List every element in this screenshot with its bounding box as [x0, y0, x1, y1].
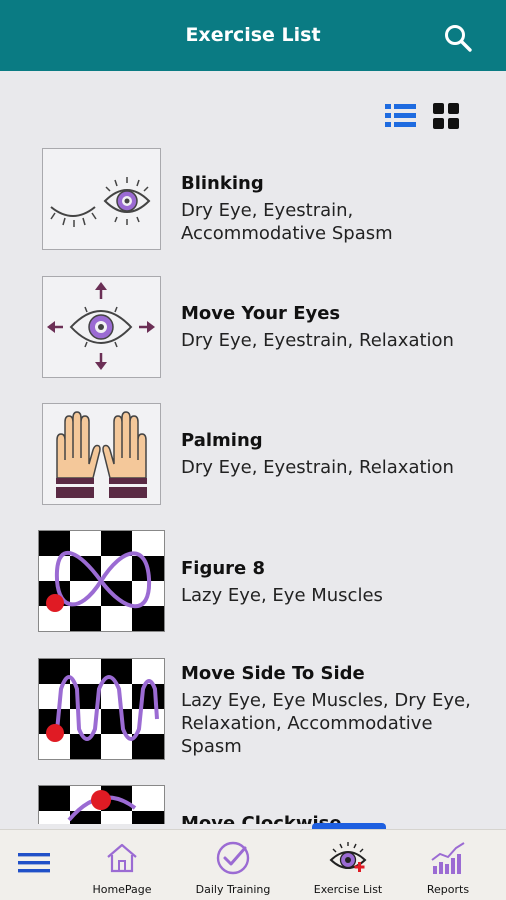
- exercise-item-figure-8[interactable]: Figure 8 Lazy Eye, Eye Muscles: [0, 530, 506, 632]
- exercise-item-move-side-to-side[interactable]: Move Side To Side Lazy Eye, Eye Muscles,…: [0, 657, 506, 761]
- nav-label: Reports: [426, 883, 470, 896]
- exercise-list: Blinking Dry Eye, Eyestrain, Accommodati…: [0, 140, 506, 824]
- palming-hands-icon: [42, 403, 161, 505]
- exercise-title: Move Your Eyes: [181, 303, 341, 324]
- nav-label: Exercise List: [313, 883, 383, 896]
- exercise-item-move-your-eyes[interactable]: Move Your Eyes Dry Eye, Eyestrain, Relax…: [0, 275, 506, 379]
- nav-exercise-list[interactable]: Exercise List: [303, 838, 393, 900]
- figure-eight-checkerboard: [38, 530, 165, 632]
- exercise-item-blinking[interactable]: Blinking Dry Eye, Eyestrain, Accommodati…: [0, 147, 506, 251]
- exercise-description: Lazy Eye, Eye Muscles, Dry Eye, Relaxati…: [181, 690, 471, 757]
- menu-button[interactable]: [14, 846, 54, 880]
- nav-homepage[interactable]: HomePage: [77, 838, 167, 900]
- eye-arrows-icon: [42, 276, 161, 378]
- nav-reports[interactable]: Reports: [403, 838, 493, 900]
- nav-label: Daily Training: [195, 883, 271, 896]
- check-circle-icon: [216, 841, 250, 875]
- chart-icon: [431, 842, 465, 874]
- page-title: Exercise List: [185, 24, 321, 46]
- list-view-icon: [385, 104, 416, 127]
- search-icon: [445, 25, 472, 52]
- exercise-description: Dry Eye, Eyestrain, Relaxation: [181, 330, 454, 351]
- app-bar: Exercise List: [0, 0, 506, 71]
- exercise-description: Dry Eye, Eyestrain, Accommodative Spasm: [181, 200, 393, 244]
- list-view-button[interactable]: [383, 100, 419, 132]
- grid-view-icon: [433, 103, 459, 129]
- search-button[interactable]: [440, 20, 476, 56]
- bottom-navigation: HomePage Daily Training Exercise List Re…: [0, 829, 506, 900]
- nav-label: HomePage: [92, 883, 152, 896]
- hamburger-menu-icon: [18, 853, 50, 873]
- exercise-description: Dry Eye, Eyestrain, Relaxation: [181, 457, 454, 478]
- grid-view-button[interactable]: [430, 100, 464, 132]
- exercise-description: Lazy Eye, Eye Muscles: [181, 585, 383, 606]
- exercise-item-move-clockwise[interactable]: Move Clockwise: [0, 785, 506, 824]
- exercise-item-palming[interactable]: Palming Dry Eye, Eyestrain, Relaxation: [0, 402, 506, 506]
- exercise-title: Figure 8: [181, 558, 266, 579]
- exercise-title: Palming: [181, 430, 263, 451]
- home-icon: [107, 843, 137, 873]
- blinking-eye-icon: [42, 148, 161, 250]
- clockwise-checkerboard: [38, 785, 165, 824]
- eye-plus-icon: [329, 842, 367, 872]
- exercise-title: Move Side To Side: [181, 663, 365, 684]
- exercise-title: Blinking: [181, 173, 264, 194]
- nav-daily-training[interactable]: Daily Training: [188, 838, 278, 900]
- side-to-side-checkerboard: [38, 658, 165, 760]
